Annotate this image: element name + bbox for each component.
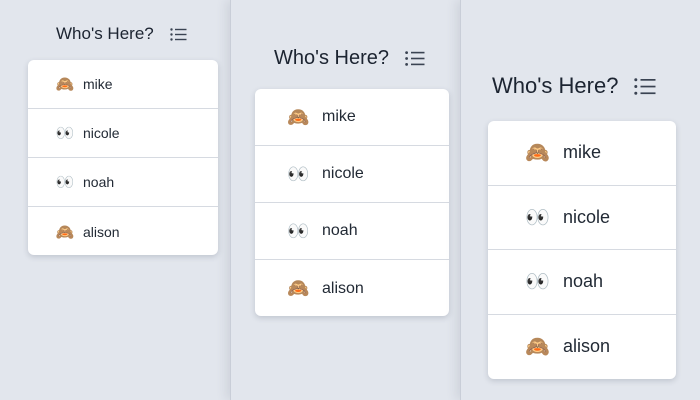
eyes-icon: 👀 xyxy=(287,220,310,241)
list-item[interactable]: 🙈 mike xyxy=(28,60,218,109)
member-name: mike xyxy=(563,142,602,163)
member-list: 🙈 mike 👀 nicole 👀 noah 🙈 alison xyxy=(488,121,676,379)
member-list: 🙈 mike 👀 nicole 👀 noah 🙈 alison xyxy=(255,89,449,316)
member-name: mike xyxy=(322,108,356,125)
header: Who's Here? xyxy=(492,73,656,99)
member-name: nicole xyxy=(83,125,120,141)
list-item[interactable]: 🙈 alison xyxy=(255,260,449,316)
list-item[interactable]: 👀 noah xyxy=(255,203,449,260)
eyes-icon: 👀 xyxy=(525,271,550,294)
header: Who's Here? xyxy=(274,47,425,70)
see-no-evil-monkey-icon: 🙈 xyxy=(525,142,550,165)
list-icon[interactable] xyxy=(170,27,187,41)
list-icon[interactable] xyxy=(405,51,425,66)
page-title: Who's Here? xyxy=(492,73,619,98)
list-item[interactable]: 🙈 mike xyxy=(488,121,676,186)
eyes-icon: 👀 xyxy=(55,174,75,191)
list-item[interactable]: 👀 noah xyxy=(488,250,676,315)
member-name: alison xyxy=(563,336,611,357)
see-no-evil-monkey-icon: 🙈 xyxy=(525,336,550,359)
member-name: nicole xyxy=(563,206,611,227)
header: Who's Here? xyxy=(56,24,187,44)
member-name: noah xyxy=(322,222,358,239)
member-name: noah xyxy=(563,271,604,292)
see-no-evil-monkey-icon: 🙈 xyxy=(55,76,75,93)
see-no-evil-monkey-icon: 🙈 xyxy=(287,106,310,127)
list-icon[interactable] xyxy=(634,77,656,95)
member-name: nicole xyxy=(322,165,364,182)
member-name: alison xyxy=(322,279,364,297)
panel-large: Who's Here? 🙈 mike 👀 nicole 👀 noah � xyxy=(460,0,700,400)
member-name: mike xyxy=(83,76,113,92)
eyes-icon: 👀 xyxy=(525,206,550,229)
see-no-evil-monkey-icon: 🙈 xyxy=(287,278,310,298)
panel-medium: Who's Here? 🙈 mike 👀 nicole 👀 noah � xyxy=(230,0,460,400)
eyes-icon: 👀 xyxy=(55,125,75,142)
see-no-evil-monkey-icon: 🙈 xyxy=(55,223,75,241)
list-item[interactable]: 🙈 alison xyxy=(28,207,218,255)
eyes-icon: 👀 xyxy=(287,163,310,184)
list-item[interactable]: 👀 noah xyxy=(28,158,218,207)
member-name: noah xyxy=(83,174,115,190)
member-name: alison xyxy=(83,223,120,240)
list-item[interactable]: 👀 nicole xyxy=(488,186,676,250)
list-item[interactable]: 👀 nicole xyxy=(255,146,449,203)
panel-small: Who's Here? 🙈 mike 👀 nicole 👀 noah � xyxy=(0,0,230,400)
list-item[interactable]: 👀 nicole xyxy=(28,109,218,158)
page-title: Who's Here? xyxy=(274,47,389,69)
list-item[interactable]: 🙈 alison xyxy=(488,315,676,380)
page-title: Who's Here? xyxy=(56,24,154,43)
list-item[interactable]: 🙈 mike xyxy=(255,89,449,146)
member-list: 🙈 mike 👀 nicole 👀 noah 🙈 alison xyxy=(28,60,218,255)
